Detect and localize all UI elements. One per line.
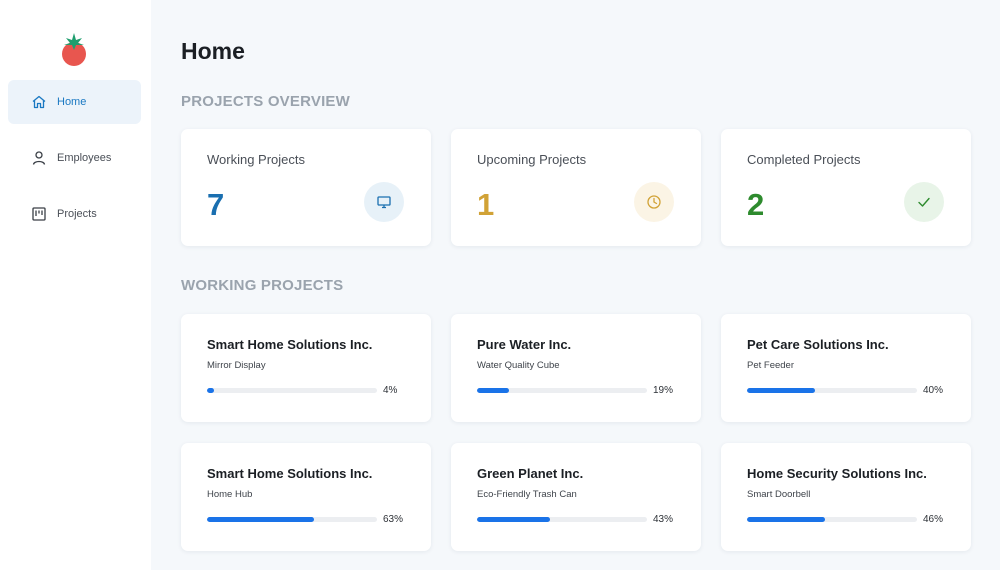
project-card[interactable]: Pet Care Solutions Inc. Pet Feeder 40% xyxy=(721,314,971,422)
overview-card-completed[interactable]: Completed Projects 2 xyxy=(721,129,971,246)
overview-count: 2 xyxy=(747,187,765,222)
sidebar-item-projects[interactable]: Projects xyxy=(8,192,141,236)
progress-track xyxy=(477,388,647,393)
progress-fill xyxy=(747,517,826,522)
sidebar-item-label: Home xyxy=(57,96,87,108)
page-title: Home xyxy=(181,38,245,64)
sidebar-item-employees[interactable]: Employees xyxy=(8,136,141,180)
overview-label: Upcoming Projects xyxy=(477,152,587,167)
section-title-overview: PROJECTS OVERVIEW xyxy=(181,93,350,110)
overview-card-upcoming[interactable]: Upcoming Projects 1 xyxy=(451,129,701,246)
project-card[interactable]: Smart Home Solutions Inc. Mirror Display… xyxy=(181,314,431,422)
progress-fill xyxy=(477,388,510,393)
project-client: Green Planet Inc. xyxy=(477,466,584,481)
user-icon xyxy=(30,149,48,167)
progress-percent: 46% xyxy=(923,514,944,525)
project-client: Pet Care Solutions Inc. xyxy=(747,337,889,352)
progress-percent: 63% xyxy=(383,514,404,525)
progress-fill xyxy=(747,388,815,393)
progress-fill xyxy=(477,517,551,522)
sidebar-item-label: Employees xyxy=(57,152,112,164)
progress-track xyxy=(747,517,917,522)
sidebar-item-label: Projects xyxy=(57,208,97,220)
home-icon xyxy=(30,93,48,111)
tomato-logo-icon xyxy=(58,30,90,70)
progress-fill xyxy=(207,388,214,393)
project-client: Smart Home Solutions Inc. xyxy=(207,466,373,481)
project-product: Home Hub xyxy=(207,489,253,500)
overview-count: 7 xyxy=(207,187,225,222)
clock-icon xyxy=(634,182,674,222)
overview-label: Completed Projects xyxy=(747,152,861,167)
project-card[interactable]: Green Planet Inc. Eco-Friendly Trash Can… xyxy=(451,443,701,551)
progress-percent: 43% xyxy=(653,514,674,525)
board-icon xyxy=(30,205,48,223)
monitor-icon xyxy=(364,182,404,222)
progress-percent: 4% xyxy=(383,385,398,396)
project-product: Eco-Friendly Trash Can xyxy=(477,489,577,500)
project-product: Water Quality Cube xyxy=(477,360,560,371)
progress-fill xyxy=(207,517,315,522)
project-product: Pet Feeder xyxy=(747,360,794,371)
progress-track xyxy=(747,388,917,393)
project-card[interactable]: Smart Home Solutions Inc. Home Hub 63% xyxy=(181,443,431,551)
progress-track xyxy=(207,517,377,522)
sidebar: Home Employees Projects xyxy=(0,0,151,570)
project-card[interactable]: Pure Water Inc. Water Quality Cube 19% xyxy=(451,314,701,422)
sidebar-item-home[interactable]: Home xyxy=(8,80,141,124)
overview-label: Working Projects xyxy=(207,152,306,167)
project-client: Pure Water Inc. xyxy=(477,337,572,352)
project-card[interactable]: Home Security Solutions Inc. Smart Doorb… xyxy=(721,443,971,551)
overview-count: 1 xyxy=(477,187,495,222)
progress-track xyxy=(477,517,647,522)
progress-percent: 19% xyxy=(653,385,674,396)
check-icon xyxy=(904,182,944,222)
overview-card-working[interactable]: Working Projects 7 xyxy=(181,129,431,246)
project-client: Home Security Solutions Inc. xyxy=(747,466,927,481)
project-client: Smart Home Solutions Inc. xyxy=(207,337,373,352)
progress-track xyxy=(207,388,377,393)
project-product: Mirror Display xyxy=(207,360,266,371)
project-product: Smart Doorbell xyxy=(747,489,811,500)
section-title-working: WORKING PROJECTS xyxy=(181,277,344,294)
progress-percent: 40% xyxy=(923,385,944,396)
